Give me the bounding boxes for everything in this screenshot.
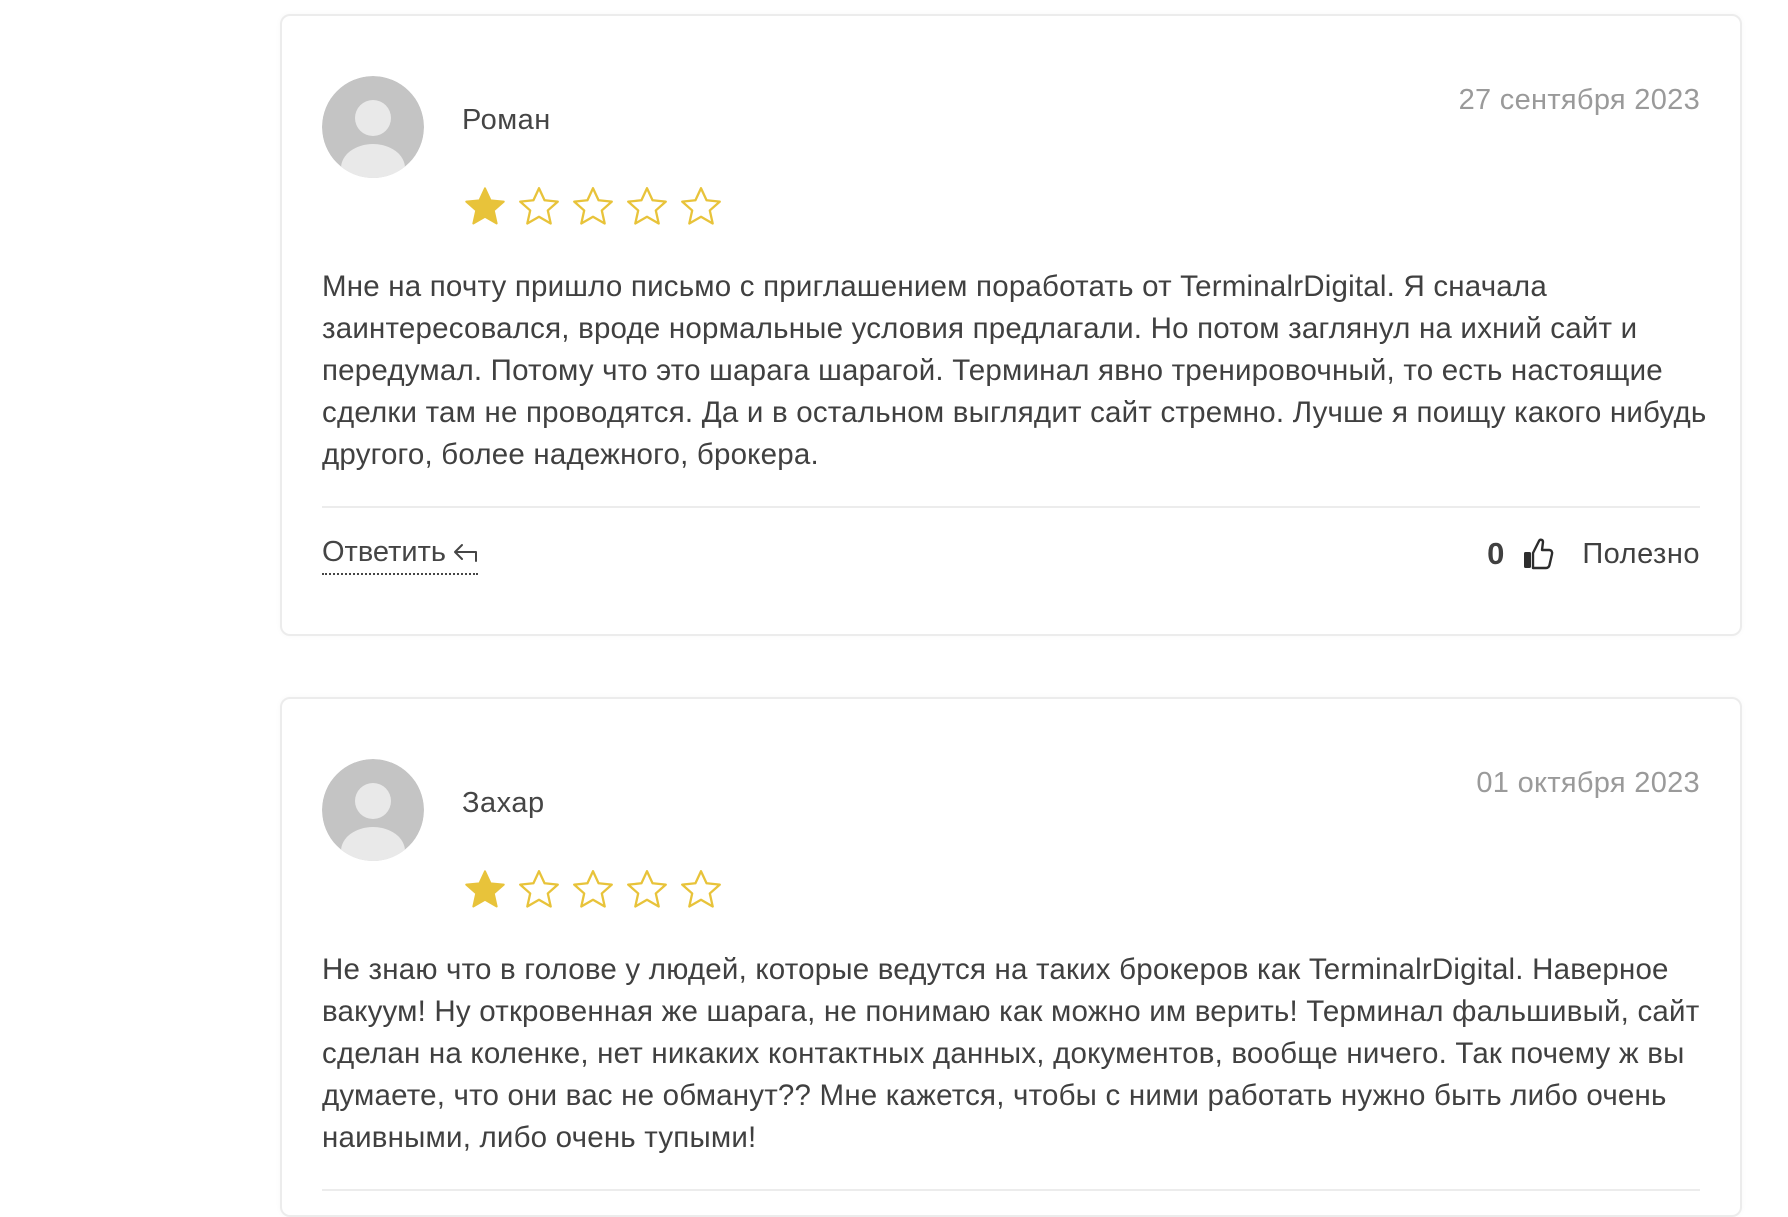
review-date: 27 сентября 2023: [1458, 84, 1700, 116]
star-outline-icon: [678, 184, 724, 230]
star-filled-icon: [462, 867, 508, 913]
review-card: Роман 27 сентября 2023 Мне на почту приш…: [280, 14, 1742, 636]
review-text: Не знаю что в голове у людей, которые ве…: [322, 953, 1700, 1154]
thumbs-up-icon[interactable]: [1522, 537, 1554, 571]
star-outline-icon: [516, 184, 562, 230]
useful-label: Полезно: [1582, 537, 1700, 570]
useful-count: 0: [1487, 536, 1505, 571]
review-date: 01 октября 2023: [1476, 767, 1700, 799]
useful-vote: 0 Полезно: [1487, 536, 1700, 572]
divider: [322, 1189, 1700, 1191]
star-outline-icon: [624, 867, 670, 913]
star-outline-icon: [570, 867, 616, 913]
star-outline-icon: [516, 867, 562, 913]
divider: [322, 506, 1700, 508]
rating-stars: [462, 184, 724, 230]
reply-arrow-icon: [452, 542, 478, 564]
user-avatar-icon: [322, 76, 424, 178]
review-author: Роман: [462, 104, 551, 136]
star-outline-icon: [570, 184, 616, 230]
rating-stars: [462, 867, 724, 913]
reply-label: Ответить: [322, 536, 446, 568]
review-author: Захар: [462, 787, 545, 819]
reply-button[interactable]: Ответить: [322, 536, 478, 575]
review-card: Захар 01 октября 2023 Не знаю что в голо…: [280, 697, 1742, 1217]
star-outline-icon: [624, 184, 670, 230]
star-outline-icon: [678, 867, 724, 913]
user-avatar-icon: [322, 759, 424, 861]
star-filled-icon: [462, 184, 508, 230]
review-text: Мне на почту пришло письмо с приглашение…: [322, 270, 1707, 471]
